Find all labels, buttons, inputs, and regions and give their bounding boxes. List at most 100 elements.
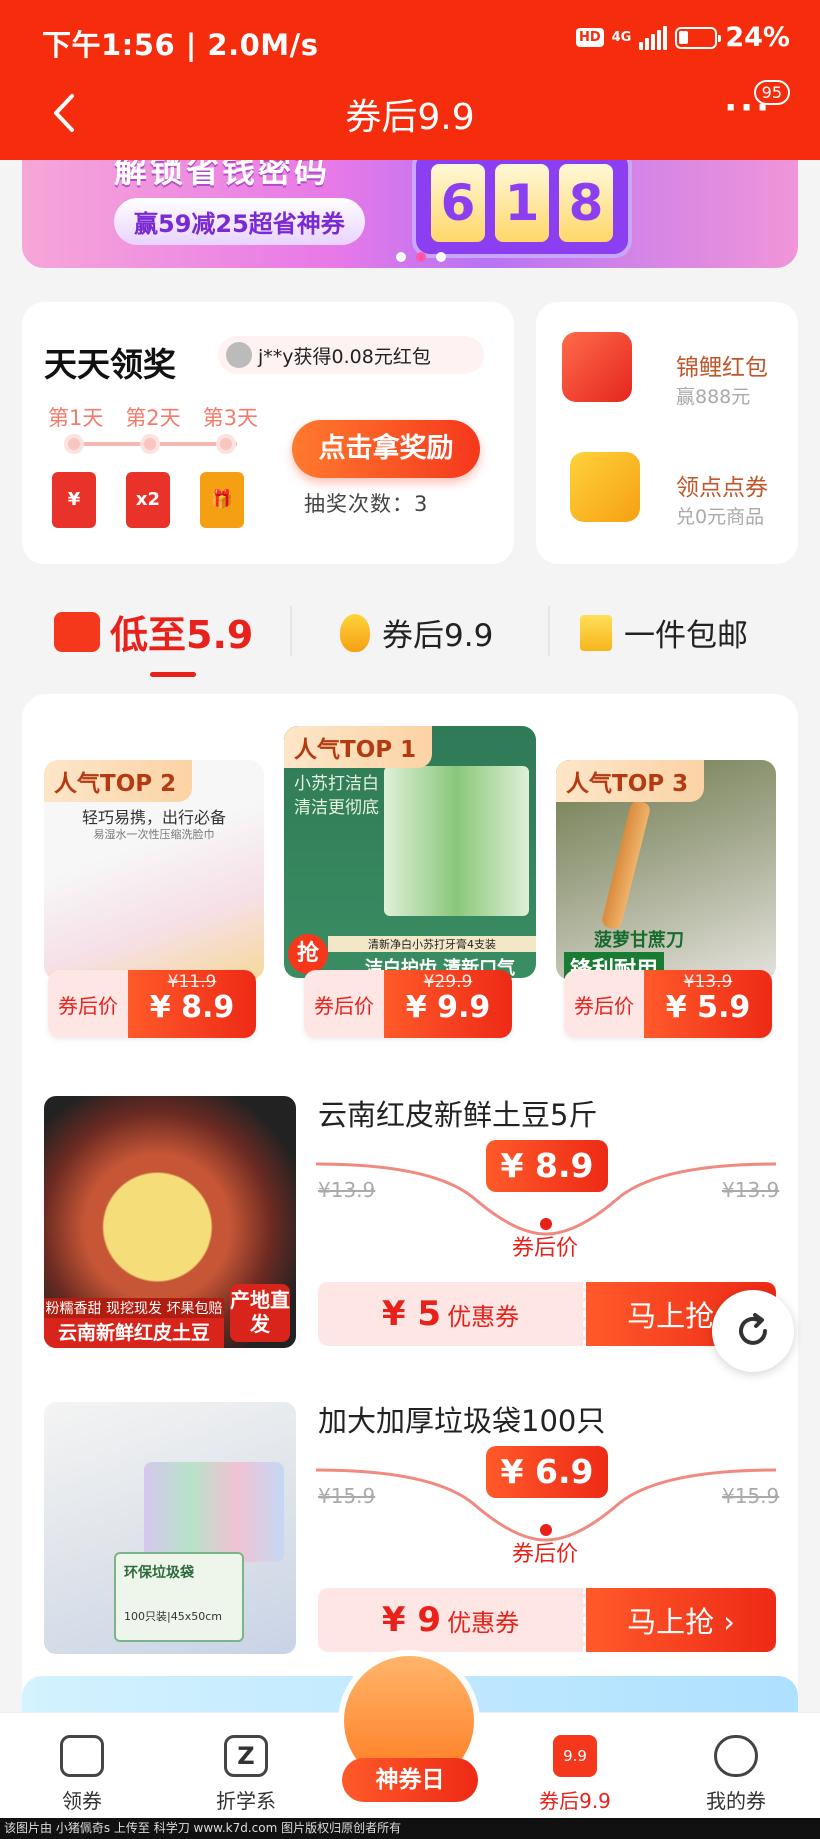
- item-title[interactable]: 加大加厚垃圾袋100只: [318, 1398, 605, 1440]
- popularity-tag: 人气TOP 2: [44, 760, 193, 802]
- points-coupon-title[interactable]: 领点点券: [676, 468, 768, 502]
- delivery-truck-icon: [54, 611, 100, 652]
- carousel-dots: [396, 252, 446, 262]
- status-time: 下午1:56 | 2.0M/s: [42, 28, 319, 62]
- status-indicators: HD 4G 24%: [575, 22, 790, 53]
- nav-item-my-coupons[interactable]: 我的券: [676, 1735, 796, 1814]
- image-badge: 产地直发: [230, 1284, 290, 1342]
- watermark-footer: 该图片由 小猪佩奇s 上传至 科学刀 www.k7d.com 图片版权归原创者所…: [0, 1818, 820, 1839]
- list-item-image[interactable]: 粉糯香甜 现挖现发 坏果包赔 云南新鲜红皮土豆 产地直发: [44, 1096, 296, 1348]
- page-title: 券后9.9: [345, 97, 475, 138]
- nav-item-after-coupon[interactable]: 9.9 券后9.9: [515, 1735, 635, 1814]
- original-price-left: ¥13.9: [318, 1178, 376, 1202]
- after-coupon-label: 券后价: [512, 1236, 579, 1261]
- day-label: 第2天: [125, 406, 181, 430]
- reward-icons: ¥ x2 🎁: [52, 472, 244, 528]
- daily-title: 天天领奖: [44, 345, 176, 384]
- image-title: 云南新鲜红皮土豆: [44, 1318, 224, 1348]
- tab-divider: [290, 606, 292, 656]
- daily-reward-card: 天天领奖 j**y获得0.08元红包 第1天 第2天 第3天 ¥ x2 🎁 点击…: [22, 302, 514, 564]
- popularity-tag: 人气TOP 1: [284, 726, 433, 768]
- item-title[interactable]: 云南红皮新鲜土豆5斤: [318, 1092, 597, 1134]
- original-price-left: ¥15.9: [318, 1484, 376, 1508]
- coupon-value: ¥ 9: [381, 1600, 442, 1640]
- image-caption: 粉糯香甜 现挖现发 坏果包赔: [44, 1298, 224, 1318]
- bag-rolls-image: [144, 1462, 284, 1562]
- day-label: 第1天: [48, 406, 104, 430]
- after-coupon-price: ¥ 6.9: [486, 1446, 608, 1498]
- popularity-tag: 人气TOP 3: [556, 760, 705, 802]
- network-type: 4G: [611, 30, 632, 45]
- original-price: ¥11.9: [167, 972, 217, 992]
- winner-ticker: j**y获得0.08元红包: [218, 336, 484, 374]
- tab-free-shipping[interactable]: 一件包邮: [580, 610, 748, 655]
- coupon-amount: ¥ 5 优惠券: [318, 1282, 586, 1346]
- battery-icon: [675, 26, 722, 49]
- top-price-box: 券后价 ¥13.9 ¥ 5.9: [564, 970, 772, 1038]
- nav-label: 领券: [62, 1789, 102, 1813]
- nav-item-discount-school[interactable]: Z 折学系: [186, 1735, 306, 1814]
- day-labels: 第1天 第2天 第3天: [48, 402, 258, 432]
- draw-count: 抽奖次数：3: [304, 492, 429, 516]
- image-caption: 轻巧易携，出行必备: [81, 808, 226, 827]
- coupon-bar: ¥ 5 优惠券 马上抢 ›: [318, 1282, 776, 1346]
- top-price-box: 券后价 ¥11.9 ¥ 8.9: [48, 970, 256, 1038]
- day-label: 第3天: [202, 406, 258, 430]
- slot-digit: 6: [431, 164, 485, 242]
- koi-title[interactable]: 锦鲤红包: [676, 348, 768, 382]
- top-price-box: 券后价 ¥29.9 ¥ 9.9: [304, 970, 512, 1038]
- after-coupon-price: ¥ 8.9: [486, 1140, 608, 1192]
- nav-label: 券后9.9: [539, 1789, 611, 1813]
- price-label: 券后价: [48, 970, 128, 1038]
- coupon-price: ¥ 9.9: [405, 990, 491, 1025]
- tab-low-price[interactable]: 低至5.9: [54, 604, 253, 659]
- points-coupon-subtitle: 兑0元商品: [676, 506, 765, 528]
- after-coupon-label: 券后价: [512, 1542, 579, 1567]
- image-caption: 清新净白小苏打牙膏4支装: [328, 936, 536, 952]
- flame-icon: [340, 613, 370, 652]
- list-item-image[interactable]: 环保垃圾袋 100只装|45x50cm: [44, 1402, 296, 1654]
- refresh-icon: [739, 1313, 767, 1345]
- image-tag: 坏果包赔: [166, 1301, 223, 1317]
- koi-red-packet-icon: [562, 332, 632, 402]
- notification-badge: 95: [753, 80, 790, 105]
- tab-after-coupon[interactable]: 券后9.9: [340, 610, 493, 655]
- coupon-icon: [60, 1735, 104, 1777]
- image-tag: 粉糯香甜: [45, 1301, 102, 1317]
- coupon-bar: ¥ 9 优惠券 马上抢 ›: [318, 1588, 776, 1652]
- hd-icon: HD: [575, 28, 604, 47]
- smile-icon: [714, 1735, 758, 1777]
- coupon-ticket-icon: [570, 452, 640, 522]
- refresh-button[interactable]: [712, 1290, 794, 1372]
- coupon-label: 优惠券: [447, 1608, 520, 1637]
- price-label: 券后价: [564, 970, 644, 1038]
- coupon-label: 优惠券: [447, 1302, 520, 1331]
- top-product-card[interactable]: 菠萝甘蔗刀 锋利耐用 人气TOP 3: [556, 760, 776, 980]
- active-tab-indicator: [150, 672, 196, 677]
- image-title: 环保垃圾袋: [124, 1565, 194, 1581]
- buy-now-button[interactable]: 马上抢 ›: [586, 1588, 776, 1652]
- side-entries-card: 锦鲤红包 赢888元 领点点券 兑0元商品: [536, 302, 798, 564]
- image-tag: 现挖现发: [106, 1301, 162, 1317]
- claim-reward-button[interactable]: 点击拿奖励: [292, 420, 480, 478]
- image-subtitle: 100只装|45x50cm: [124, 1610, 222, 1623]
- original-price: ¥29.9: [423, 972, 473, 992]
- coupon-value: ¥ 5: [381, 1294, 442, 1334]
- original-price-right: ¥13.9: [722, 1178, 780, 1202]
- slot-digit: 1: [495, 164, 549, 242]
- toothpaste-image: [384, 766, 529, 916]
- nav-item-coupons[interactable]: 领券: [22, 1735, 142, 1814]
- tab-label: 券后9.9: [382, 618, 494, 654]
- slot-machine-graphic: 6 1 8: [412, 148, 632, 258]
- top-product-card[interactable]: 小苏打洁白 清洁更彻底 清新净白小苏打牙膏4支装 洁白护齿 清新口气 抢 人气T…: [284, 726, 536, 978]
- nav-item-super-coupon-day[interactable]: 神券日: [342, 1758, 478, 1802]
- original-price-right: ¥15.9: [722, 1484, 780, 1508]
- image-caption: 小苏打洁白 清洁更彻底: [294, 774, 379, 818]
- red-envelope-icon: ¥: [52, 472, 96, 528]
- tab-divider: [548, 606, 550, 656]
- progress-dot: [64, 434, 84, 454]
- progress-dot: [216, 434, 236, 454]
- tab-label: 低至5.9: [110, 613, 254, 657]
- original-price: ¥13.9: [683, 972, 733, 992]
- top-product-card[interactable]: 轻巧易携，出行必备 易湿水一次性压缩洗脸巾 人气TOP 2: [44, 760, 264, 980]
